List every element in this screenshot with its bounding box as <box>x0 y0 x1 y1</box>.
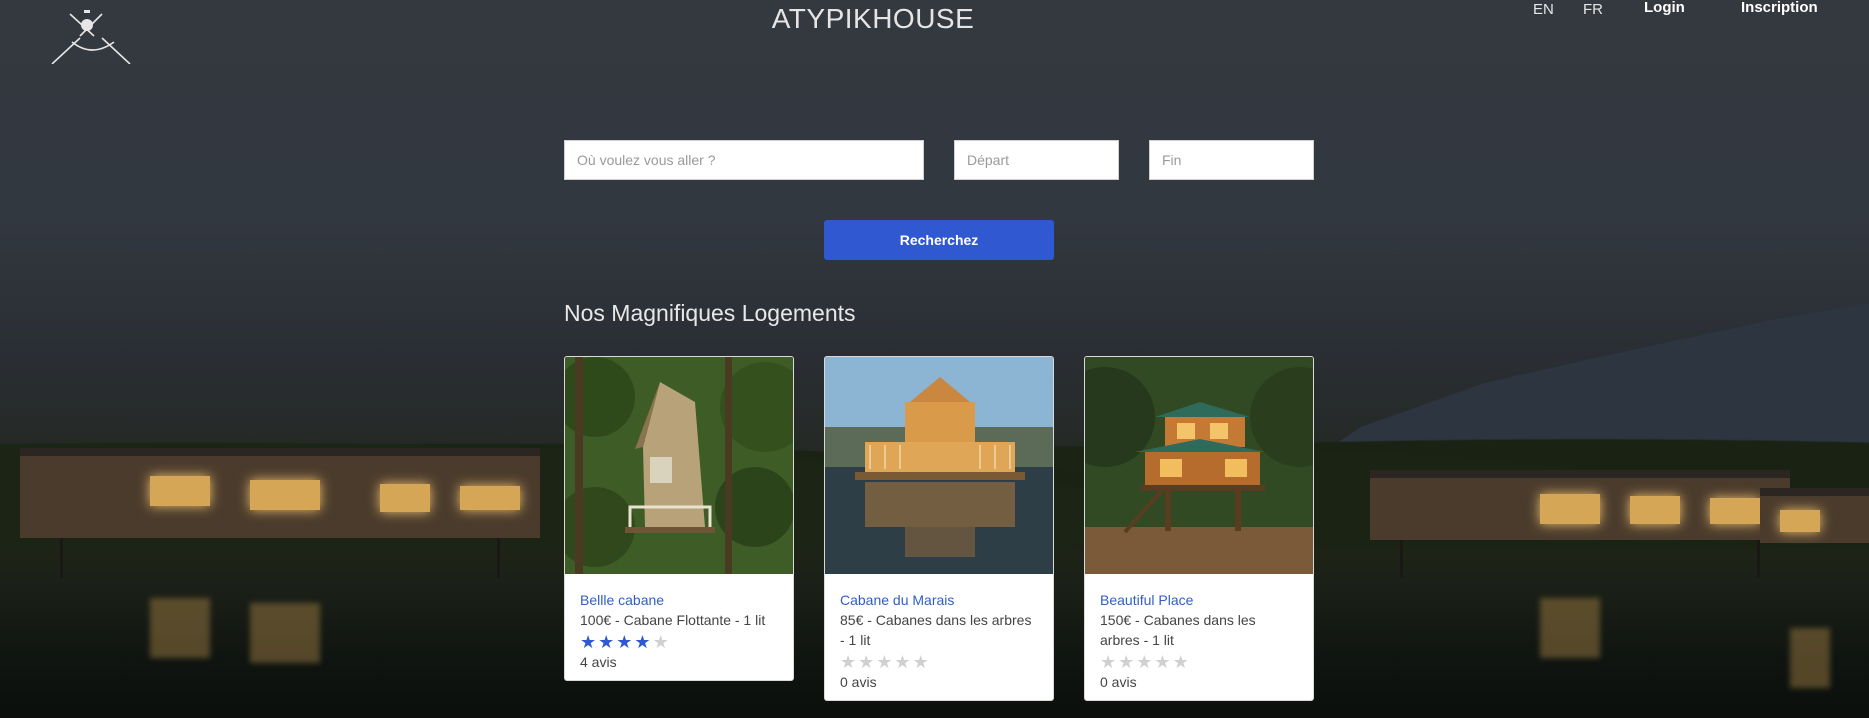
star-empty-icon: ★ <box>1100 652 1119 672</box>
listing-card[interactable]: Cabane du Marais 85€ - Cabanes dans les … <box>824 356 1054 701</box>
treehouse-illustration <box>1085 357 1313 574</box>
listing-description: 100€ - Cabane Flottante - 1 lit <box>580 612 766 628</box>
star-empty-icon: ★ <box>1154 652 1173 672</box>
star-empty-icon: ★ <box>858 652 877 672</box>
lang-fr-link[interactable]: FR <box>1583 1 1603 18</box>
review-count: 4 avis <box>580 654 617 670</box>
listing-card[interactable]: Bellle cabane 100€ - Cabane Flottante - … <box>564 356 794 681</box>
star-empty-icon: ★ <box>652 632 671 652</box>
rating-stars: ★★★★★ <box>1100 652 1298 672</box>
listing-card[interactable]: Beautiful Place 150€ - Cabanes dans les … <box>1084 356 1314 701</box>
search-button[interactable]: Recherchez <box>824 220 1054 260</box>
listing-description: 150€ - Cabanes dans les arbres - 1 lit <box>1100 612 1256 648</box>
star-empty-icon: ★ <box>876 652 895 672</box>
brand-title[interactable]: ATYPIKHOUSE <box>0 3 1746 35</box>
login-link[interactable]: Login <box>1644 0 1685 16</box>
lang-en-link[interactable]: EN <box>1533 1 1554 18</box>
listing-description: 85€ - Cabanes dans les arbres - 1 lit <box>840 612 1032 648</box>
treehouse-illustration <box>565 357 793 574</box>
star-empty-icon: ★ <box>1118 652 1137 672</box>
listing-photo[interactable] <box>565 357 793 574</box>
star-empty-icon: ★ <box>1172 652 1191 672</box>
start-date-input[interactable] <box>954 140 1119 180</box>
star-filled-icon: ★ <box>634 632 653 652</box>
star-empty-icon: ★ <box>840 652 859 672</box>
section-title: Nos Magnifiques Logements <box>564 300 856 326</box>
star-filled-icon: ★ <box>598 632 617 652</box>
destination-input[interactable] <box>564 140 924 180</box>
review-count: 0 avis <box>1100 674 1137 690</box>
listing-photo[interactable] <box>825 357 1053 574</box>
listing-photo[interactable] <box>1085 357 1313 574</box>
listing-title[interactable]: Beautiful Place <box>1100 590 1298 610</box>
end-date-input[interactable] <box>1149 140 1314 180</box>
background-house <box>1370 470 1790 540</box>
background-house <box>20 448 540 538</box>
listing-title[interactable]: Bellle cabane <box>580 590 778 610</box>
star-empty-icon: ★ <box>894 652 913 672</box>
listing-title[interactable]: Cabane du Marais <box>840 590 1038 610</box>
review-count: 0 avis <box>840 674 877 690</box>
floating-cabin-illustration <box>825 357 1053 574</box>
star-filled-icon: ★ <box>580 632 599 652</box>
rating-stars: ★★★★★ <box>840 652 1038 672</box>
star-empty-icon: ★ <box>1136 652 1155 672</box>
star-filled-icon: ★ <box>616 632 635 652</box>
background-house <box>1760 488 1869 543</box>
signup-link[interactable]: Inscription <box>1741 0 1818 16</box>
rating-stars: ★★★★★ <box>580 632 778 652</box>
star-empty-icon: ★ <box>912 652 931 672</box>
